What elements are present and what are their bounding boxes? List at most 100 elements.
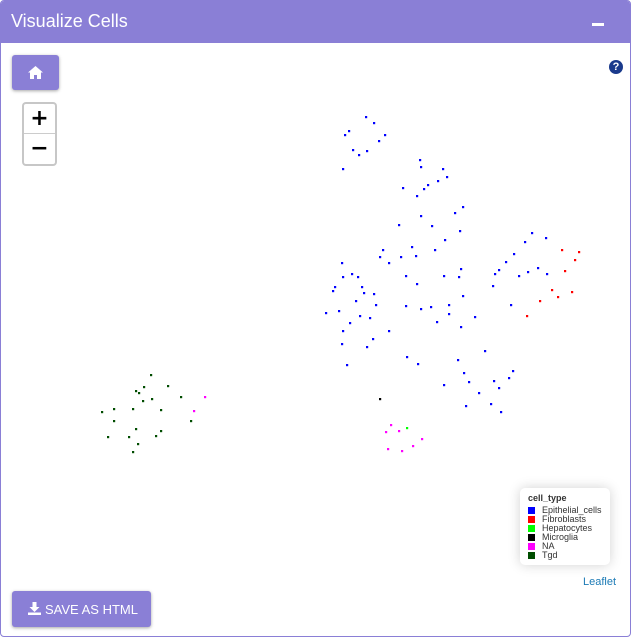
cell-point	[342, 330, 345, 333]
cell-point	[564, 270, 567, 273]
cell-point	[500, 411, 503, 414]
cell-point	[431, 225, 434, 228]
cell-point	[204, 396, 207, 399]
cell-point	[434, 249, 437, 252]
legend-swatch	[528, 525, 535, 532]
cell-point	[378, 140, 381, 143]
cell-point	[167, 385, 170, 388]
cell-point	[155, 435, 158, 438]
cell-point	[352, 149, 355, 152]
cell-point	[420, 215, 423, 218]
cell-point	[382, 249, 385, 252]
zoom-control: + −	[22, 102, 57, 166]
cell-point	[468, 381, 471, 384]
cell-point	[458, 276, 461, 279]
cell-point	[442, 168, 445, 171]
zoom-in-button[interactable]: +	[24, 104, 55, 134]
cell-point	[348, 130, 351, 133]
cell-point	[346, 364, 349, 367]
legend-swatch	[528, 534, 535, 541]
cell-point	[180, 396, 183, 399]
download-icon	[28, 602, 41, 615]
cell-point	[150, 374, 153, 377]
cell-point	[375, 304, 378, 307]
cell-point	[512, 370, 515, 373]
cell-point	[551, 289, 554, 292]
cell-point	[505, 261, 508, 264]
cell-point	[411, 246, 414, 249]
cell-point	[402, 187, 405, 190]
cell-point	[444, 239, 447, 242]
cell-point	[448, 313, 451, 316]
cell-point	[437, 180, 440, 183]
cell-point	[405, 275, 408, 278]
home-button[interactable]	[12, 55, 59, 90]
panel-title: Visualize Cells	[11, 11, 128, 31]
cell-point	[427, 184, 430, 187]
cell-point	[342, 276, 345, 279]
cell-point	[113, 420, 116, 423]
cell-point	[415, 255, 418, 258]
cell-point	[358, 154, 361, 157]
cell-point	[537, 267, 540, 270]
cell-point	[366, 150, 369, 153]
cell-point	[561, 249, 564, 252]
cell-point	[372, 338, 375, 341]
visualize-cells-panel: Visualize Cells ? + − cell_type Epitheli…	[0, 0, 631, 637]
cell-point	[107, 436, 110, 439]
minus-icon[interactable]	[592, 23, 604, 26]
cell-point	[406, 356, 409, 359]
cell-point	[101, 411, 104, 414]
cell-point	[448, 304, 451, 307]
cell-point	[518, 275, 521, 278]
cell-point	[390, 424, 393, 427]
legend-swatch	[528, 516, 535, 523]
panel-header: Visualize Cells	[1, 1, 630, 43]
cell-point	[412, 445, 415, 448]
cell-point	[436, 321, 439, 324]
cell-point	[113, 408, 116, 411]
cell-point	[135, 390, 138, 393]
cell-point	[160, 430, 163, 433]
cell-point	[513, 253, 516, 256]
cell-point	[526, 315, 529, 318]
cell-point	[574, 259, 577, 262]
cell-point	[545, 237, 548, 240]
cell-point	[190, 420, 193, 423]
cell-point	[460, 268, 463, 271]
cell-point	[546, 273, 549, 276]
leaflet-attribution-link[interactable]: Leaflet	[583, 576, 616, 588]
cell-point	[151, 398, 154, 401]
cell-point	[401, 450, 404, 453]
cell-point	[527, 271, 530, 274]
cell-point	[325, 312, 328, 315]
cell-point	[498, 269, 501, 272]
cell-point	[344, 134, 347, 137]
cell-point	[443, 384, 446, 387]
save-as-html-button[interactable]: SAVE AS HTML	[12, 591, 151, 627]
legend-title: cell_type	[528, 493, 567, 503]
zoom-out-button[interactable]: −	[24, 134, 55, 164]
legend-swatch	[528, 543, 535, 550]
cell-point	[373, 293, 376, 296]
cell-point	[132, 408, 135, 411]
cell-point	[160, 409, 163, 412]
cell-point	[334, 286, 337, 289]
cell-point	[132, 451, 135, 454]
cell-point	[463, 372, 466, 375]
cell-point	[341, 343, 344, 346]
cell-point	[369, 317, 372, 320]
cell-point	[363, 292, 366, 295]
cell-point	[460, 326, 463, 329]
cell-point	[524, 241, 527, 244]
legend-item: Tgd	[528, 551, 558, 560]
cell-point	[423, 188, 426, 191]
cell-point	[355, 300, 358, 303]
cell-point	[531, 232, 534, 235]
cell-point	[446, 176, 449, 179]
cell-point	[366, 346, 369, 349]
cell-point	[462, 206, 465, 209]
help-icon[interactable]: ?	[609, 60, 623, 74]
cell-point	[388, 262, 391, 265]
cell-point	[416, 195, 419, 198]
